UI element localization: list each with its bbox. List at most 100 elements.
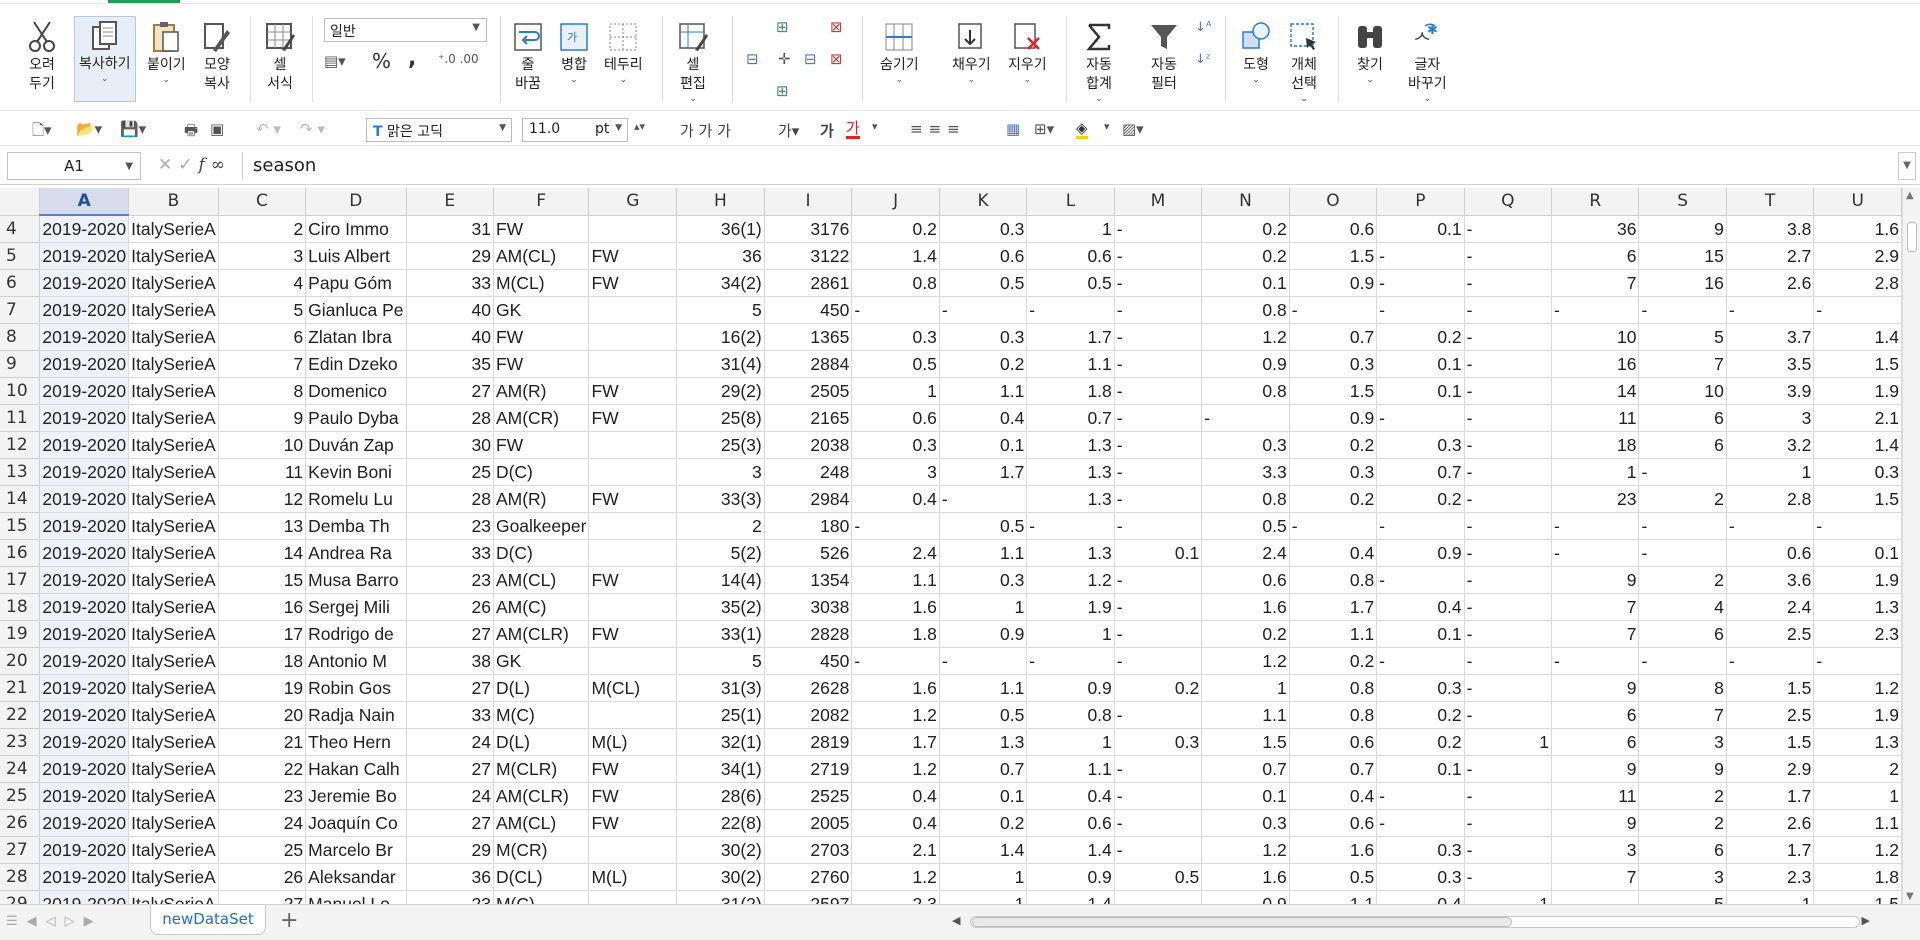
replace-button[interactable]: ᄉ ✱ 글자 바꾸기 ⌄ [1408,18,1447,104]
cell-b[interactable]: ItalySerieA [128,296,219,324]
cell-q[interactable]: - [1464,755,1553,783]
cell-j[interactable]: 1.7 [851,728,940,756]
cell-h[interactable]: 30(2) [676,863,765,891]
cell-s[interactable]: - [1638,296,1727,324]
cell-j[interactable]: 2.4 [851,539,940,567]
cell-n[interactable]: 1.6 [1201,863,1290,891]
cell-g[interactable]: FW [588,404,678,432]
cell-e[interactable]: 27 [406,620,494,648]
cell-c[interactable]: 13 [218,512,307,540]
cell-i[interactable]: 2760 [764,863,853,891]
cell-o[interactable]: 0.2 [1289,485,1378,513]
cell-a[interactable]: 2019-2020 [39,728,130,756]
cell-i[interactable]: 2719 [764,755,853,783]
cell-a[interactable]: 2019-2020 [39,593,130,621]
cell-r[interactable]: - [1551,512,1640,540]
cell-a[interactable]: 2019-2020 [39,782,130,810]
cell-f[interactable]: D(L) [493,728,590,756]
cell-r[interactable]: 7 [1551,269,1640,297]
cell-n[interactable]: 1.2 [1201,836,1290,864]
cell-h[interactable]: 35(2) [676,593,765,621]
cell-r[interactable]: - [1551,539,1640,567]
cell-q[interactable]: - [1464,350,1553,378]
cell-h[interactable]: 14(4) [676,566,765,594]
cell-n[interactable]: 1.5 [1201,728,1290,756]
cell-l[interactable]: 1.4 [1026,836,1115,864]
cell-m[interactable]: - [1114,215,1203,243]
scroll-left-icon[interactable]: ◀ [952,914,960,927]
cell-a[interactable]: 2019-2020 [39,863,130,891]
cell-e[interactable]: 36 [406,863,494,891]
cell-j[interactable]: 1.2 [851,755,940,783]
cell-u[interactable]: - [1813,296,1902,324]
font-size-select[interactable]: 11.0 pt ▼ [522,118,628,142]
cell-r[interactable]: 14 [1551,377,1640,405]
cell-p[interactable]: - [1376,809,1465,837]
cell-r[interactable]: 6 [1551,242,1640,270]
grid-border-icon[interactable]: ⊞▾ [1034,120,1054,138]
cell-m[interactable]: 0.1 [1114,539,1203,567]
cell-o[interactable]: 0.8 [1289,674,1378,702]
cell-i[interactable]: 2505 [764,377,853,405]
cell-m[interactable]: - [1114,782,1203,810]
cell-l[interactable]: 1 [1026,215,1115,243]
cell-u[interactable]: - [1813,647,1902,675]
cell-p[interactable]: 0.3 [1376,863,1465,891]
cell-h[interactable]: 31(4) [676,350,765,378]
row-header[interactable]: 6 [0,269,41,297]
strikethrough-icon[interactable]: 가▾ [778,120,799,141]
spreadsheet-grid[interactable]: ABCDEFGHIJKLMNOPQRSTU 4 2019-2020 ItalySer… [0,188,1902,904]
cell-d[interactable]: Hakan Calh [305,755,407,783]
cell-i[interactable]: 2165 [764,404,853,432]
cell-c[interactable]: 7 [218,350,307,378]
cell-k[interactable]: 0.3 [939,566,1028,594]
cell-h[interactable]: 25(8) [676,404,765,432]
cell-o[interactable]: 0.7 [1289,323,1378,351]
cell-j[interactable]: 0.8 [851,269,940,297]
cell-e[interactable]: 23 [406,566,494,594]
chevron-down-icon[interactable]: ▾ [872,120,878,133]
scroll-right-icon[interactable]: ▶ [1862,914,1870,927]
row-header[interactable]: 24 [0,755,41,783]
cell-p[interactable]: - [1376,512,1465,540]
cell-f[interactable]: AM(R) [493,377,590,405]
cell-b[interactable]: ItalySerieA [128,593,219,621]
cell-f[interactable]: M(C) [493,890,590,904]
cell-n[interactable]: 0.8 [1201,296,1290,324]
cell-j[interactable]: 1 [851,377,940,405]
cell-d[interactable]: Radja Nain [305,701,407,729]
cell-m[interactable] [1114,890,1203,904]
cell-n[interactable]: 0.6 [1201,566,1290,594]
cell-k[interactable]: 0.5 [939,512,1028,540]
cell-o[interactable]: 0.9 [1289,269,1378,297]
cell-k[interactable]: 0.4 [939,404,1028,432]
cell-u[interactable]: 1.5 [1813,350,1902,378]
cell-u[interactable]: 1.5 [1813,890,1902,904]
cell-r[interactable]: 6 [1551,728,1640,756]
cell-d[interactable]: Robin Gos [305,674,407,702]
cell-a[interactable]: 2019-2020 [39,539,130,567]
cell-n[interactable]: 1.6 [1201,593,1290,621]
row-header[interactable]: 25 [0,782,41,810]
cell-e[interactable]: 23 [406,512,494,540]
cell-g[interactable] [588,593,678,621]
row-header[interactable]: 4 [0,215,41,243]
cell-m[interactable]: 0.2 [1114,674,1203,702]
cell-k[interactable]: 1.1 [939,539,1028,567]
cell-i[interactable]: 180 [764,512,853,540]
cell-n[interactable]: 0.2 [1201,242,1290,270]
row-header[interactable]: 5 [0,242,41,270]
wrap-button[interactable]: 줄 바꿈 [512,18,544,94]
cell-o[interactable]: 0.8 [1289,566,1378,594]
cell-m[interactable]: 0.5 [1114,863,1203,891]
cell-format-button[interactable]: 셀 서식 [264,18,296,94]
number-format-select[interactable]: 일반 ▼ [324,18,487,42]
new-document-icon[interactable]: 🗋▾ [32,120,52,145]
cell-l[interactable]: 1 [1026,728,1115,756]
cell-k[interactable]: 0.1 [939,431,1028,459]
column-header-b[interactable]: B [128,188,219,216]
cell-j[interactable]: 0.6 [851,404,940,432]
cell-k[interactable]: - [939,647,1028,675]
cell-k[interactable]: 0.7 [939,755,1028,783]
cell-s[interactable]: 5 [1638,890,1727,904]
